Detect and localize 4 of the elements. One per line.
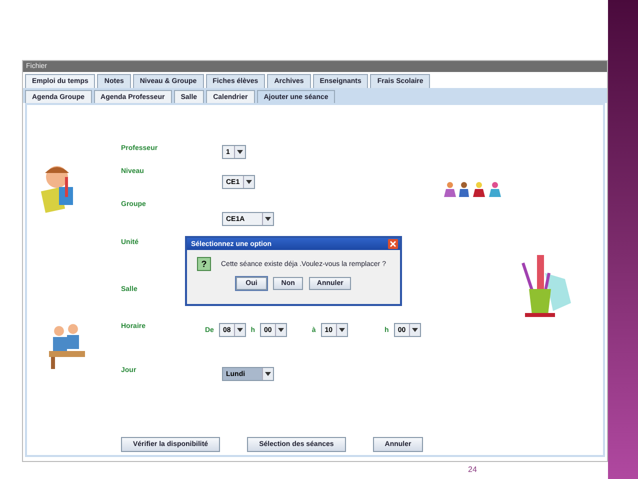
close-icon[interactable] bbox=[388, 239, 398, 249]
page-number: 24 bbox=[468, 465, 478, 474]
question-icon: ? bbox=[197, 257, 211, 271]
children-at-desk-drawing bbox=[47, 321, 87, 371]
